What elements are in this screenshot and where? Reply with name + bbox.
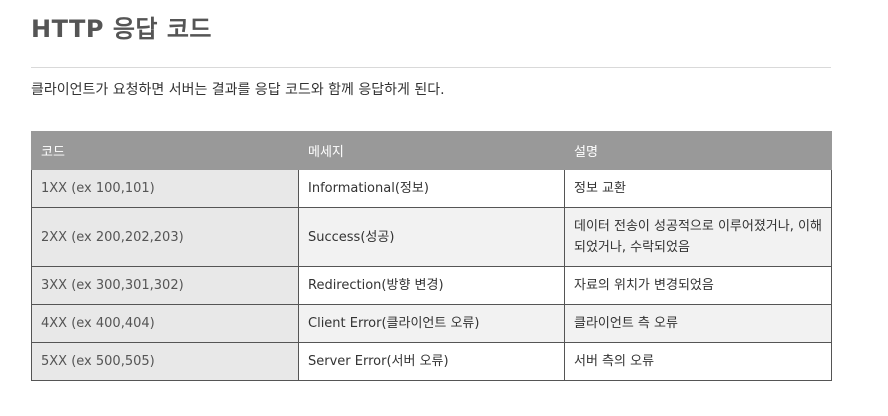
header-message: 메세지 (298, 131, 565, 170)
cell-message: Redirection(방향 변경) (298, 266, 565, 305)
table-row: 5XX (ex 500,505) Server Error(서버 오류) 서버 … (31, 342, 832, 381)
cell-code: 4XX (ex 400,404) (31, 304, 299, 343)
table-header-row: 코드 메세지 설명 (31, 131, 832, 170)
cell-description: 데이터 전송이 성공적으로 이루어졌거나, 이해되었거나, 수락되었음 (564, 207, 832, 267)
cell-message: Success(성공) (298, 207, 565, 267)
table-row: 2XX (ex 200,202,203) Success(성공) 데이터 전송이… (31, 207, 832, 267)
cell-code: 2XX (ex 200,202,203) (31, 207, 299, 267)
cell-message: Client Error(클라이언트 오류) (298, 304, 565, 343)
cell-code: 3XX (ex 300,301,302) (31, 266, 299, 305)
cell-description: 서버 측의 오류 (564, 342, 832, 381)
http-status-table: 코드 메세지 설명 1XX (ex 100,101) Informational… (31, 131, 832, 381)
intro-text: 클라이언트가 요청하면 서버는 결과를 응답 코드와 함께 응답하게 된다. (31, 82, 445, 98)
cell-message: Informational(정보) (298, 169, 565, 208)
page-title: HTTP 응답 코드 (31, 15, 212, 43)
table-row: 1XX (ex 100,101) Informational(정보) 정보 교환 (31, 169, 832, 208)
title-divider (31, 67, 831, 68)
cell-code: 1XX (ex 100,101) (31, 169, 299, 208)
cell-code: 5XX (ex 500,505) (31, 342, 299, 381)
cell-message: Server Error(서버 오류) (298, 342, 565, 381)
cell-description: 클라이언트 측 오류 (564, 304, 832, 343)
header-code: 코드 (31, 131, 299, 170)
table-row: 4XX (ex 400,404) Client Error(클라이언트 오류) … (31, 304, 832, 343)
cell-description: 정보 교환 (564, 169, 832, 208)
header-description: 설명 (564, 131, 832, 170)
cell-description: 자료의 위치가 변경되었음 (564, 266, 832, 305)
table-row: 3XX (ex 300,301,302) Redirection(방향 변경) … (31, 266, 832, 305)
